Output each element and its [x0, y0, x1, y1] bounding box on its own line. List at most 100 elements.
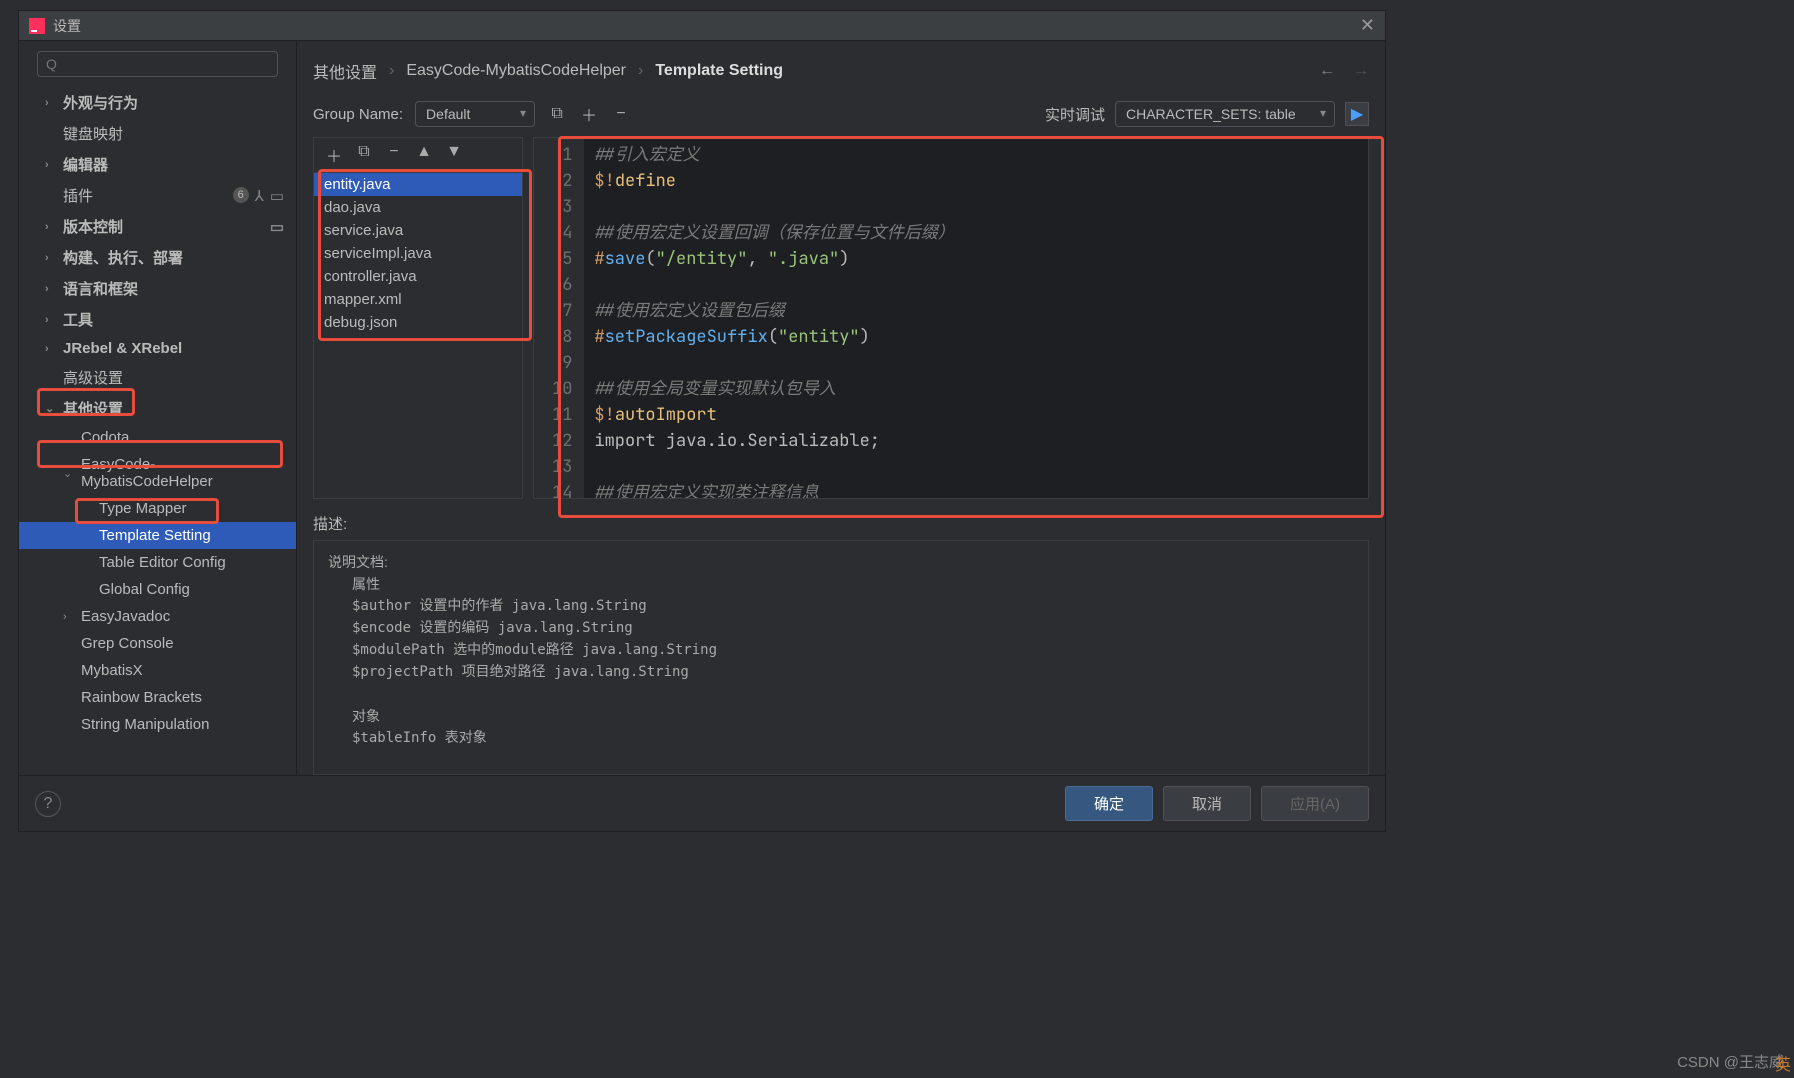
tree-item[interactable]: › JRebel & XRebel [19, 335, 296, 362]
tree-item[interactable]: ⌄其他设置 [19, 393, 296, 424]
tree-item[interactable]: ⌄EasyCode-MybatisCodeHelper [19, 451, 296, 495]
template-file-item[interactable]: dao.java [314, 196, 522, 219]
file-toolbar: ＋ ⧉ − ▲ ▼ [314, 138, 522, 173]
template-file-item[interactable]: controller.java [314, 265, 522, 288]
group-name-combo[interactable]: Default [415, 101, 535, 127]
crumb-1[interactable]: 其他设置 [313, 59, 377, 83]
tree-item[interactable]: Grep Console [19, 630, 296, 657]
tree-item[interactable]: MybatisX [19, 657, 296, 684]
tree-item[interactable]: Table Editor Config [19, 549, 296, 576]
tree-item[interactable]: ›版本控制▭ [19, 211, 296, 242]
app-icon [29, 18, 45, 34]
down-icon[interactable]: ▼ [444, 143, 464, 167]
add-file-icon[interactable]: ＋ [324, 143, 344, 167]
content: ›外观与行为键盘映射›编辑器插件6⅄▭›版本控制▭›构建、执行、部署›语言和框架… [19, 41, 1385, 775]
crumb-2[interactable]: EasyCode-MybatisCodeHelper [406, 62, 626, 80]
tree-item[interactable]: ›外观与行为 [19, 87, 296, 118]
run-button[interactable]: ▶ [1345, 102, 1369, 126]
ok-button[interactable]: 确定 [1065, 786, 1153, 821]
template-file-item[interactable]: mapper.xml [314, 288, 522, 311]
chevron-right-icon: › [389, 62, 394, 80]
chevron-icon: › [45, 283, 49, 295]
tree-item-label: Type Mapper [99, 500, 187, 517]
close-icon[interactable]: ✕ [1360, 15, 1375, 36]
tree-item-label: 其他设置 [63, 398, 123, 419]
lang-icon: ⅄ [255, 187, 264, 205]
realtime-combo[interactable]: CHARACTER_SETS: table [1115, 101, 1335, 127]
chevron-icon: › [63, 611, 67, 623]
copy-file-icon[interactable]: ⧉ [354, 143, 374, 167]
desc-heading: 对象 [352, 705, 1354, 727]
realtime-label: 实时调试 [1045, 104, 1105, 125]
remove-icon[interactable]: − [611, 105, 631, 123]
tree-item-label: Rainbow Brackets [81, 689, 202, 706]
template-file-item[interactable]: entity.java [314, 173, 522, 196]
tree-item-label: 构建、执行、部署 [63, 247, 183, 268]
tree-item-label: 版本控制 [63, 216, 123, 237]
copy-icon[interactable]: ⧉ [547, 105, 567, 123]
chevron-icon: › [45, 252, 49, 264]
tree-item-label: 插件 [63, 185, 93, 206]
description-box[interactable]: 说明文档: 属性 $author 设置中的作者 java.lang.String… [313, 540, 1369, 775]
breadcrumb: 其他设置 › EasyCode-MybatisCodeHelper › Temp… [313, 53, 1369, 97]
main-panel: 其他设置 › EasyCode-MybatisCodeHelper › Temp… [297, 41, 1385, 775]
template-file-item[interactable]: serviceImpl.java [314, 242, 522, 265]
tree-item-label: 高级设置 [63, 367, 123, 388]
tree-item[interactable]: 插件 6 ⅄ ▭ [19, 180, 296, 211]
settings-tree: ›外观与行为键盘映射›编辑器插件6⅄▭›版本控制▭›构建、执行、部署›语言和框架… [19, 87, 296, 775]
tree-item-label: EasyCode-MybatisCodeHelper [81, 456, 284, 490]
tree-item[interactable]: › 语言和框架 [19, 273, 296, 304]
tree-item[interactable]: Type Mapper [19, 495, 296, 522]
tree-item[interactable]: 键盘映射 [19, 118, 296, 149]
chevron-right-icon: › [638, 62, 643, 80]
sidebar: ›外观与行为键盘映射›编辑器插件6⅄▭›版本控制▭›构建、执行、部署›语言和框架… [19, 41, 297, 775]
editor-area: ＋ ⧉ − ▲ ▼ entity.javadao.javaservice.jav… [313, 137, 1369, 499]
chevron-icon: › [45, 343, 49, 355]
tree-item[interactable]: String Manipulation [19, 711, 296, 738]
crumb-3: Template Setting [655, 62, 783, 80]
cancel-button[interactable]: 取消 [1163, 786, 1251, 821]
tree-item[interactable]: ›EasyJavadoc [19, 603, 296, 630]
up-icon[interactable]: ▲ [414, 143, 434, 167]
group-name-label: Group Name: [313, 106, 403, 123]
code-editor[interactable]: 1234567891011121314 ##引入宏定义 $!define ##使… [533, 137, 1369, 499]
ime-indicator: 英 [1775, 1051, 1791, 1075]
remove-file-icon[interactable]: − [384, 143, 404, 167]
tree-item[interactable]: › 构建、执行、部署 [19, 242, 296, 273]
chevron-icon: › [45, 314, 49, 326]
chevron-icon: › [45, 221, 49, 233]
desc-row: $encode 设置的编码 java.lang.String [352, 617, 1354, 639]
desc-row: $modulePath 选中的module路径 java.lang.String [352, 639, 1354, 661]
add-icon[interactable]: ＋ [579, 102, 599, 126]
group-toolbar: Group Name: Default ⧉ ＋ − 实时调试 CHARACTER… [313, 97, 1369, 137]
tree-item[interactable]: ›编辑器 [19, 149, 296, 180]
dialog-footer: ? 确定 取消 应用(A) [19, 775, 1385, 831]
tree-item[interactable]: Global Config [19, 576, 296, 603]
box-icon: ▭ [270, 187, 284, 205]
template-file-item[interactable]: debug.json [314, 311, 522, 334]
desc-title: 说明文档: [328, 551, 1354, 573]
tree-item-label: 工具 [63, 309, 93, 330]
badge-icon: 6 [233, 187, 249, 203]
apply-button[interactable]: 应用(A) [1261, 786, 1369, 821]
help-button[interactable]: ? [35, 791, 61, 817]
template-file-item[interactable]: service.java [314, 219, 522, 242]
tree-item-label: 语言和框架 [63, 278, 138, 299]
nav-forward-icon[interactable]: → [1353, 62, 1369, 80]
tree-item-label: MybatisX [81, 662, 143, 679]
desc-row: $author 设置中的作者 java.lang.String [352, 595, 1354, 617]
tree-item[interactable]: › 工具 [19, 304, 296, 335]
desc-heading: 属性 [352, 573, 1354, 595]
chevron-icon: › [45, 159, 49, 171]
tree-item[interactable]: Template Setting [19, 522, 296, 549]
tree-item-label: JRebel & XRebel [63, 340, 182, 357]
nav-back-icon[interactable]: ← [1319, 62, 1335, 80]
code-content[interactable]: ##引入宏定义 $!define ##使用宏定义设置回调（保存位置与文件后缀） … [584, 138, 964, 498]
desc-row: $tableInfo 表对象 [352, 727, 1354, 749]
tree-item[interactable]: 高级设置 [19, 362, 296, 393]
tree-item[interactable]: Codota [19, 424, 296, 451]
search-input[interactable] [37, 51, 278, 77]
tree-item[interactable]: Rainbow Brackets [19, 684, 296, 711]
tree-item-label: 外观与行为 [63, 92, 138, 113]
description-label: 描述: [313, 513, 1369, 534]
